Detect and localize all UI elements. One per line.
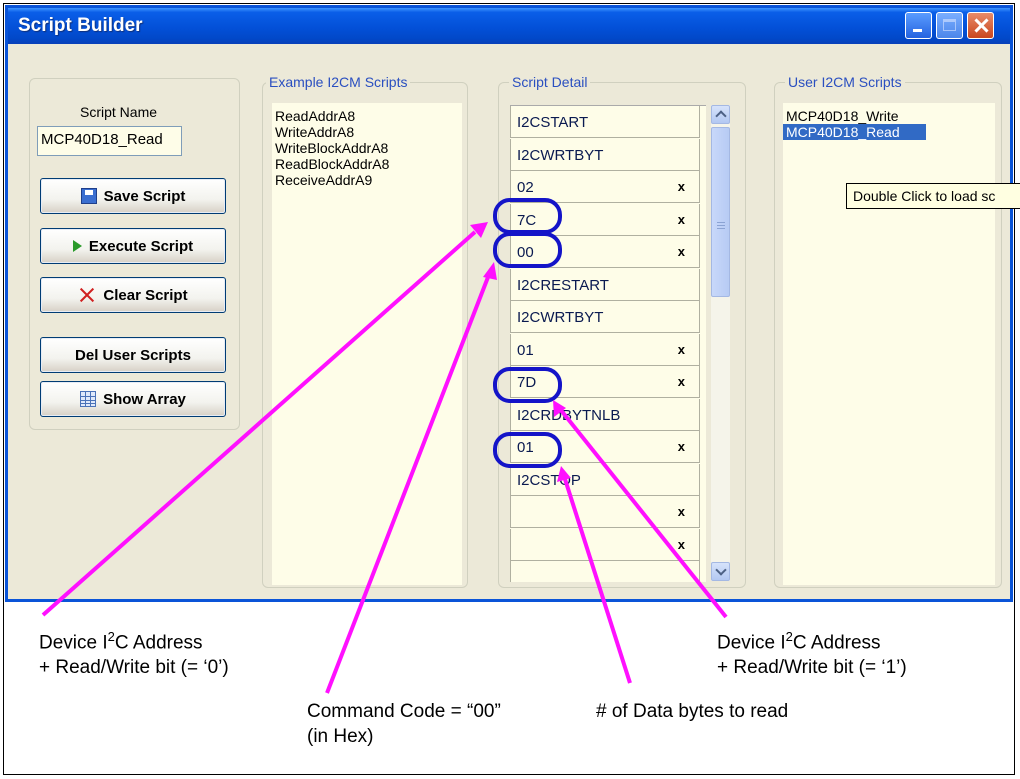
arrow-data-bytes (562, 475, 632, 684)
annotation-overlay (41, 198, 728, 694)
arrowhead-command-code (483, 262, 497, 280)
arrow-address-write (41, 230, 477, 617)
highlight-7d (493, 367, 562, 403)
highlight-00 (493, 232, 562, 268)
highlight-7c (493, 198, 562, 234)
arrow-address-read (558, 407, 728, 619)
arrowhead-data-bytes (557, 466, 571, 482)
highlight-01-data (493, 432, 562, 468)
arrow-command-code (325, 271, 492, 694)
